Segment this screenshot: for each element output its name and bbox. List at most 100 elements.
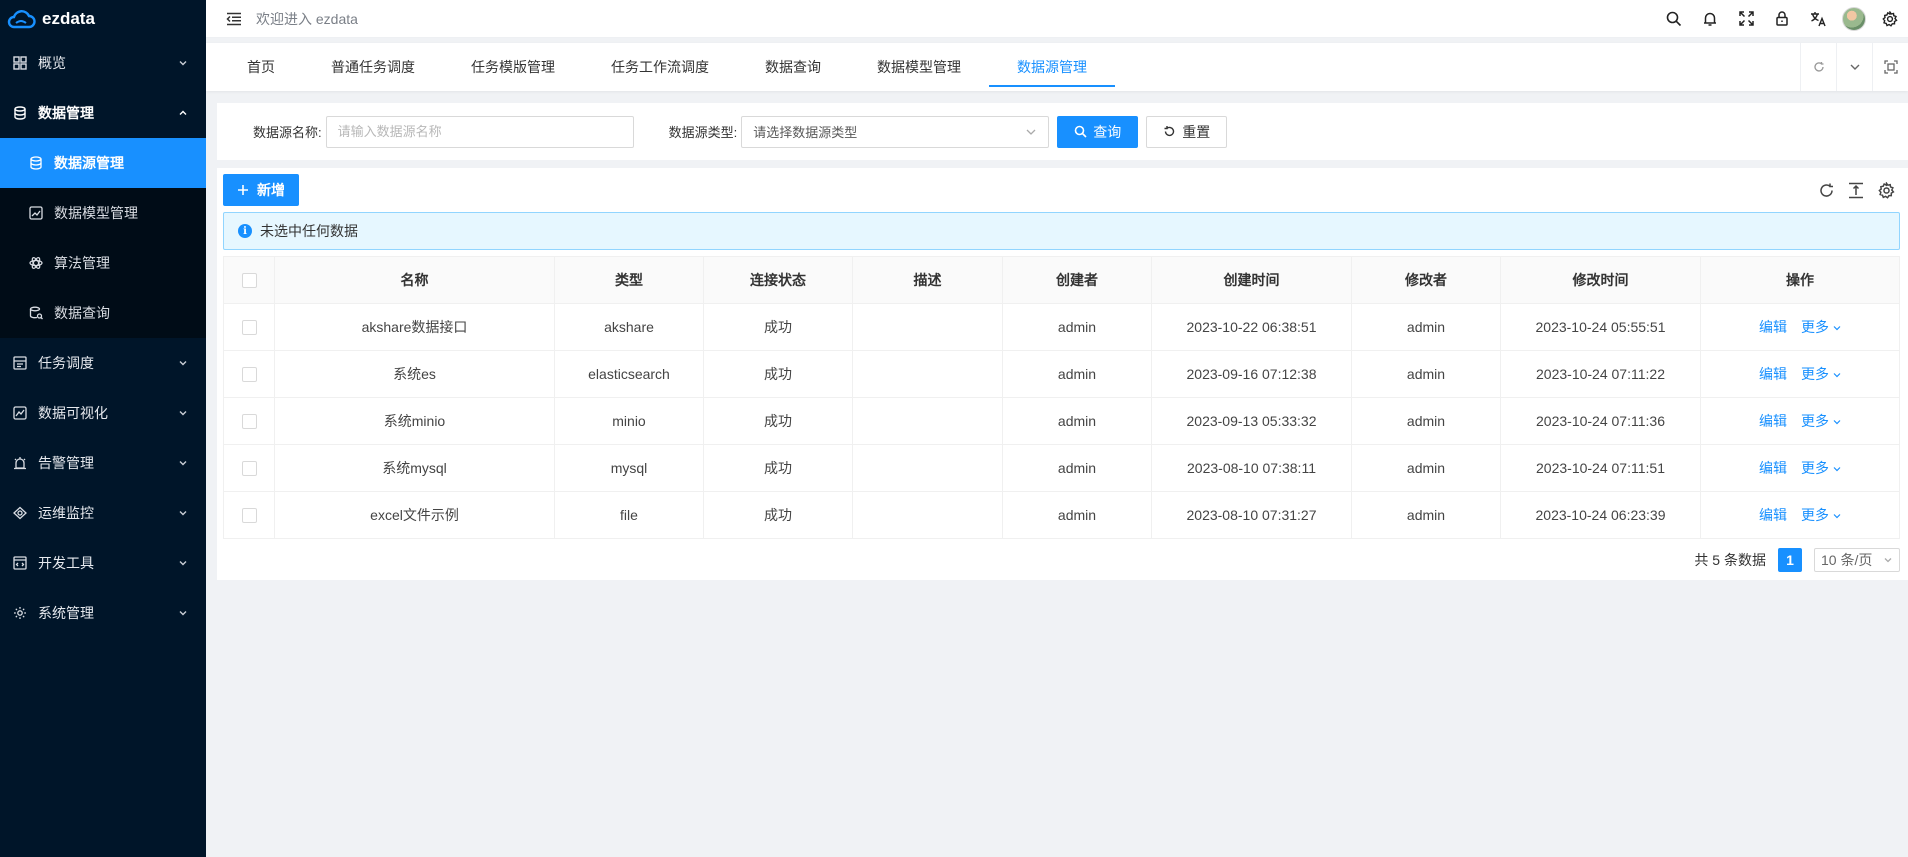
add-button[interactable]: 新增 (223, 174, 299, 206)
tab-tools (1800, 43, 1908, 91)
column-header-type[interactable]: 类型 (554, 256, 704, 304)
column-header-creator[interactable]: 创建者 (1002, 256, 1152, 304)
column-header-actions: 操作 (1700, 256, 1900, 304)
more-dropdown[interactable]: 更多 (1801, 507, 1841, 523)
tab-data-query[interactable]: 数据查询 (737, 43, 849, 91)
sidebar-item-data-management[interactable]: 数据管理 (0, 88, 206, 138)
datasource-name-label: 数据源名称: (253, 125, 322, 140)
cell-actions: 编辑 更多 (1700, 350, 1900, 398)
avatar[interactable] (1836, 0, 1872, 38)
row-checkbox[interactable] (241, 320, 257, 336)
table-row: akshare数据接口 akshare 成功 admin 2023-10-22 … (223, 303, 1900, 351)
table-row: 系统mysql mysql 成功 admin 2023-08-10 07:38:… (223, 444, 1900, 492)
sidebar-item-data-query[interactable]: 数据查询 (0, 288, 206, 338)
refresh-icon[interactable] (1816, 180, 1836, 200)
sidebar-item-algorithm-management[interactable]: 算法管理 (0, 238, 206, 288)
tab-datasource-management[interactable]: 数据源管理 (989, 43, 1115, 91)
chevron-down-icon (179, 511, 187, 516)
sidebar-item-label: 数据源管理 (54, 155, 124, 171)
sidebar-item-overview[interactable]: 概览 (0, 38, 206, 88)
chevron-down-icon (179, 61, 187, 66)
chevron-down-icon[interactable] (1836, 43, 1872, 91)
more-dropdown[interactable]: 更多 (1801, 413, 1841, 429)
page-size-select[interactable]: 10 条/页 (1814, 548, 1900, 572)
tab-task-template-management[interactable]: 任务模版管理 (443, 43, 583, 91)
select-all-checkbox[interactable] (241, 273, 257, 289)
edit-link[interactable]: 编辑 (1759, 319, 1787, 335)
sidebar-item-datasource-management[interactable]: 数据源管理 (0, 138, 206, 188)
chevron-down-icon (1026, 129, 1036, 135)
edit-link[interactable]: 编辑 (1759, 366, 1787, 382)
row-select-cell (223, 303, 275, 351)
edit-link[interactable]: 编辑 (1759, 460, 1787, 476)
row-checkbox[interactable] (241, 461, 257, 477)
table-header-row: 名称 类型 连接状态 描述 创建者 创建时间 修改者 修改时间 操作 (223, 256, 1900, 304)
more-label: 更多 (1801, 319, 1830, 335)
query-button[interactable]: 查询 (1057, 115, 1139, 148)
column-header-description[interactable]: 描述 (852, 256, 1003, 304)
search-icon[interactable] (1656, 0, 1692, 38)
gear-icon[interactable] (1872, 0, 1908, 38)
cell-type: akshare (554, 303, 704, 351)
database-search-icon (28, 305, 44, 321)
top-header: 欢迎进入 ezdata (206, 0, 1908, 38)
cell-actions: 编辑 更多 (1700, 397, 1900, 445)
table-tools (1816, 174, 1896, 206)
row-checkbox[interactable] (241, 367, 257, 383)
tab-home[interactable]: 首页 (219, 43, 303, 91)
expand-icon[interactable] (1872, 43, 1908, 91)
lock-icon[interactable] (1764, 0, 1800, 38)
cell-status: 成功 (703, 350, 853, 398)
bell-icon[interactable] (1692, 0, 1728, 38)
reset-button[interactable]: 重置 (1146, 115, 1228, 148)
cell-status: 成功 (703, 444, 853, 492)
more-dropdown[interactable]: 更多 (1801, 366, 1841, 382)
chevron-down-icon (1833, 373, 1841, 378)
sidebar-item-data-visualization[interactable]: 数据可视化 (0, 388, 206, 438)
tab-task-workflow-scheduling[interactable]: 任务工作流调度 (583, 43, 737, 91)
tab-data-model-management[interactable]: 数据模型管理 (849, 43, 989, 91)
refresh-tab-icon[interactable] (1800, 43, 1836, 91)
cell-description (852, 350, 1003, 398)
datasource-type-select[interactable]: 请选择数据源类型 (741, 115, 1050, 148)
column-height-icon[interactable] (1846, 180, 1866, 200)
info-icon: i (238, 224, 252, 238)
column-header-modified-time[interactable]: 修改时间 (1500, 256, 1701, 304)
gear-icon (12, 605, 28, 621)
fullscreen-icon[interactable] (1728, 0, 1764, 38)
sidebar-item-ops-monitoring[interactable]: 运维监控 (0, 488, 206, 538)
column-header-modifier[interactable]: 修改者 (1351, 256, 1501, 304)
cell-name: excel文件示例 (274, 491, 555, 539)
edit-link[interactable]: 编辑 (1759, 413, 1787, 429)
page-button-1[interactable]: 1 (1778, 548, 1802, 572)
column-header-created-time[interactable]: 创建时间 (1151, 256, 1352, 304)
datasource-name-input[interactable] (325, 115, 634, 148)
selection-alert-text: 未选中任何数据 (260, 223, 358, 239)
search-form: 数据源名称: 数据源类型: 请选择数据源类型 查询 重置 (217, 103, 1908, 160)
app-logo[interactable]: ezdata (0, 0, 206, 38)
more-label: 更多 (1801, 366, 1830, 382)
setting-icon[interactable] (1876, 180, 1896, 200)
sidebar-item-task-scheduling[interactable]: 任务调度 (0, 338, 206, 388)
tab-normal-task-scheduling[interactable]: 普通任务调度 (303, 43, 443, 91)
column-header-status[interactable]: 连接状态 (703, 256, 853, 304)
more-dropdown[interactable]: 更多 (1801, 460, 1841, 476)
edit-link[interactable]: 编辑 (1759, 507, 1787, 523)
row-checkbox[interactable] (241, 508, 257, 524)
sidebar-item-data-model-management[interactable]: 数据模型管理 (0, 188, 206, 238)
cell-description (852, 444, 1003, 492)
sidebar-item-alert-management[interactable]: 告警管理 (0, 438, 206, 488)
sidebar-item-system-management[interactable]: 系统管理 (0, 588, 206, 638)
column-header-name[interactable]: 名称 (274, 256, 555, 304)
app-name: ezdata (42, 9, 95, 28)
translate-icon[interactable] (1800, 0, 1836, 38)
cell-created-time: 2023-08-10 07:38:11 (1151, 444, 1352, 492)
cell-description (852, 397, 1003, 445)
row-checkbox[interactable] (241, 414, 257, 430)
more-dropdown[interactable]: 更多 (1801, 319, 1841, 335)
sidebar-item-dev-tools[interactable]: 开发工具 (0, 538, 206, 588)
row-select-cell (223, 491, 275, 539)
chevron-up-icon (179, 110, 187, 115)
menu-fold-icon[interactable] (224, 9, 244, 29)
chevron-down-icon (179, 561, 187, 566)
